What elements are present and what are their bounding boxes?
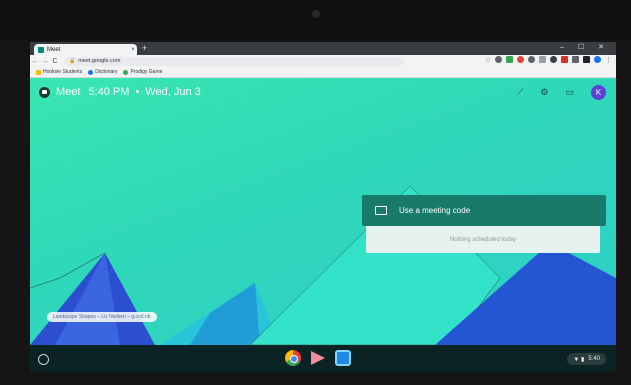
bookmark-item[interactable]: Prodigy Game (123, 69, 162, 75)
ext-icon-10[interactable] (594, 56, 601, 63)
header-actions: ⟋ ⚙ ▭ K (517, 85, 606, 100)
wallpaper-credit-text: Landscape Shapes – Liz Nielsen – g.co/Ln… (53, 314, 151, 320)
status-tray[interactable]: ▼ ▮ 5:40 (567, 353, 606, 365)
settings-icon[interactable]: ⚙ (540, 87, 548, 98)
ext-icon-4[interactable] (528, 56, 535, 63)
bezel-top (0, 0, 631, 40)
ext-icon-9[interactable] (583, 56, 590, 63)
use-meeting-code-label: Use a meeting code (399, 206, 471, 215)
current-time: 5:40 PM (88, 86, 130, 98)
address-bar[interactable]: 🔒 meet.google.com (64, 56, 404, 66)
lock-icon: 🔒 (69, 58, 76, 64)
camera-icon (312, 10, 320, 18)
forward-button[interactable]: → (40, 58, 50, 65)
tab-bar: Meet × + – ☐ ✕ (30, 42, 616, 55)
use-meeting-code-button[interactable]: Use a meeting code (362, 195, 606, 226)
wifi-battery-icon: ▼ ▮ (573, 356, 585, 363)
shelf-time: 5:40 (588, 356, 600, 362)
separator: • (135, 86, 140, 98)
launcher-button[interactable] (38, 354, 49, 365)
tab-close-button[interactable]: × (129, 47, 137, 53)
ext-icon-7[interactable] (561, 56, 568, 63)
star-icon[interactable]: ☆ (485, 56, 491, 64)
extension-area: ☆ ⋮ (485, 56, 612, 64)
new-tab-button[interactable]: + (142, 43, 147, 53)
ext-icon-5[interactable] (539, 56, 546, 63)
trend-icon[interactable]: ⟋ (517, 87, 523, 98)
app-name: Meet (56, 86, 81, 98)
shelf-apps (285, 350, 351, 366)
bookmark-icon (36, 69, 41, 75)
wallpaper-credit[interactable]: Landscape Shapes – Liz Nielsen – g.co/Ln… (47, 312, 157, 322)
tab-meet[interactable]: Meet × (34, 44, 137, 55)
browser-menu-icon[interactable]: ⋮ (605, 56, 612, 64)
chrome-icon[interactable] (285, 350, 301, 366)
meet-favicon-icon (38, 46, 44, 53)
bookmark-item[interactable]: Hooksie Students (36, 69, 82, 75)
meet-landing: Meet 5:40 PM • Wed, Jun 3 ⟋ ⚙ ▭ K Use a … (30, 78, 616, 345)
avatar[interactable]: K (591, 85, 606, 100)
meet-header: Meet 5:40 PM • Wed, Jun 3 (39, 86, 201, 98)
play-store-icon[interactable] (311, 351, 325, 365)
bookmark-item[interactable]: Dictionary (88, 69, 117, 75)
ext-icon-3[interactable] (517, 56, 524, 63)
meet-logo-icon (39, 86, 50, 98)
ext-icon-8[interactable] (572, 56, 579, 63)
chromeos-shelf: ▼ ▮ 5:40 (30, 345, 616, 372)
bookmark-label: Hooksie Students (43, 69, 83, 75)
bookmark-icon (88, 69, 94, 75)
back-button[interactable]: ← (30, 58, 40, 65)
ext-icon-2[interactable] (506, 56, 513, 63)
url-text: meet.google.com (78, 58, 121, 64)
nothing-scheduled-text: Nothing scheduled today (449, 236, 517, 243)
bookmark-label: Prodigy Game (130, 69, 163, 75)
feedback-icon[interactable]: ▭ (565, 87, 574, 98)
keyboard-icon (375, 206, 387, 215)
browser-toolbar: ← → C 🔒 meet.google.com ☆ ⋮ (30, 55, 616, 67)
window-controls[interactable]: – ☐ ✕ (560, 43, 610, 51)
bookmark-label: Dictionary (95, 69, 118, 75)
bookmark-icon (123, 69, 129, 75)
schedule-panel: Nothing scheduled today (366, 226, 600, 253)
current-date: Wed, Jun 3 (145, 86, 201, 98)
photos-icon[interactable] (335, 350, 351, 366)
ext-icon-1[interactable] (495, 56, 502, 63)
reload-button[interactable]: C (50, 58, 60, 65)
tab-title: Meet (47, 46, 61, 53)
ext-icon-6[interactable] (550, 56, 557, 63)
bookmarks-bar: Hooksie Students Dictionary Prodigy Game (30, 67, 616, 78)
screen: Meet × + – ☐ ✕ ← → C 🔒 meet.google.com ☆… (30, 42, 616, 372)
